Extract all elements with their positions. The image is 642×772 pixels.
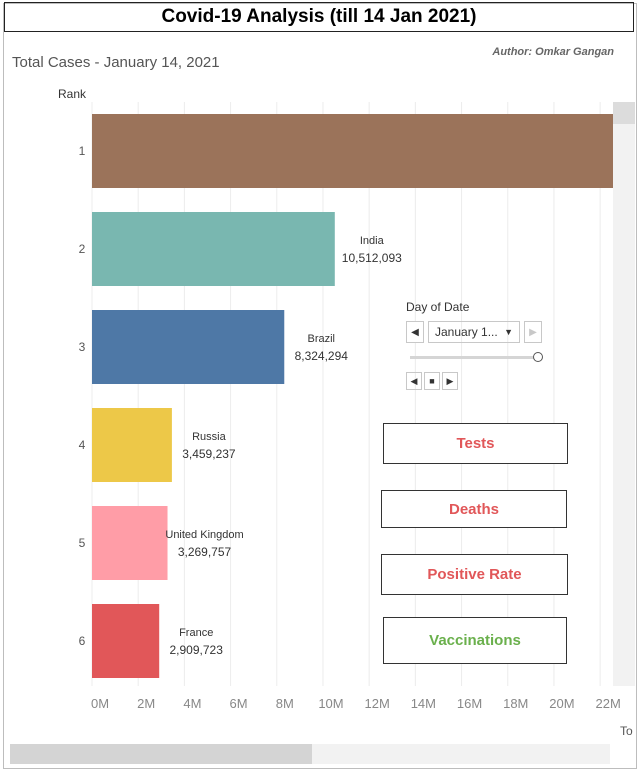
date-slider[interactable]	[406, 348, 556, 366]
horizontal-scrollbar-thumb[interactable]	[10, 744, 312, 764]
x-tick-label: 8M	[276, 696, 294, 711]
next-date-button[interactable]: ▶	[524, 321, 542, 343]
day-of-date-filter: Day of Date ◀ January 1... ▼ ▶ ◀ ■ ▶	[406, 300, 556, 390]
x-tick-label: 10M	[318, 696, 343, 711]
vertical-scrollbar[interactable]	[613, 102, 635, 686]
rank-tick-label: 6	[79, 634, 86, 648]
bar-country-label: India	[360, 235, 385, 247]
bar-country-label: United Kingdom	[165, 529, 243, 541]
x-tick-label: 2M	[137, 696, 155, 711]
bar	[92, 408, 172, 482]
bar-value-label: 3,269,757	[178, 545, 232, 559]
vertical-scrollbar-thumb[interactable]	[613, 102, 635, 124]
bar	[92, 212, 335, 286]
x-tick-label: 6M	[230, 696, 248, 711]
date-slider-fill	[410, 356, 538, 359]
rank-tick-label: 4	[79, 438, 86, 452]
x-tick-label: 14M	[411, 696, 436, 711]
deaths-button-label: Deaths	[448, 500, 500, 518]
rank-tick-label: 2	[79, 242, 86, 256]
x-tick-label: 12M	[365, 696, 390, 711]
vaccinations-button[interactable]: Vaccinations	[383, 617, 567, 664]
y-axis-title: Rank	[58, 87, 87, 101]
x-tick-label: 18M	[503, 696, 528, 711]
vaccinations-button-label: Vaccinations	[429, 632, 521, 649]
play-button[interactable]: ▶	[442, 372, 458, 390]
bar-value-label: 8,324,294	[295, 349, 349, 363]
x-tick-label: 20M	[549, 696, 574, 711]
x-tick-label: 22M	[595, 696, 620, 711]
step-back-button[interactable]: ◀	[406, 372, 422, 390]
chevron-left-icon: ◀	[411, 326, 419, 338]
chevron-down-icon: ▼	[504, 327, 513, 337]
stop-icon: ■	[429, 376, 435, 386]
rank-tick-label: 3	[79, 340, 86, 354]
bar-value-label: 3,459,237	[182, 447, 236, 461]
bar-country-label: Brazil	[308, 333, 336, 345]
deaths-button[interactable]: Deaths	[381, 490, 567, 528]
stop-button[interactable]: ■	[424, 372, 440, 390]
bar	[92, 604, 160, 678]
horizontal-scrollbar[interactable]	[10, 744, 610, 764]
bar-value-label: 10,512,093	[342, 251, 402, 265]
bar-country-label: France	[179, 627, 213, 639]
chevron-right-icon: ▶	[529, 326, 537, 338]
date-slider-handle[interactable]	[533, 352, 543, 362]
date-select[interactable]: January 1... ▼	[428, 321, 520, 343]
play-icon: ▶	[446, 375, 454, 386]
bar-country-label: Russia	[192, 431, 227, 443]
bar	[92, 506, 168, 580]
x-tick-label: 16M	[457, 696, 482, 711]
bar	[92, 310, 285, 384]
x-tick-label: 0M	[91, 696, 109, 711]
bar	[92, 114, 614, 188]
x-tick-label: 4M	[183, 696, 201, 711]
prev-date-button[interactable]: ◀	[406, 321, 424, 343]
playback-controls: ◀ ■ ▶	[406, 372, 556, 390]
bar-value-label: 2,909,723	[170, 643, 224, 657]
positive-rate-button-label: Positive Rate	[427, 566, 522, 583]
date-select-value: January 1...	[435, 325, 498, 339]
tests-button-label: Tests	[456, 435, 495, 452]
positive-rate-button[interactable]: Positive Rate	[381, 554, 568, 595]
rank-tick-label: 5	[79, 536, 86, 550]
tests-button[interactable]: Tests	[383, 423, 568, 464]
axis-cut-label: To	[620, 724, 633, 738]
rank-tick-label: 1	[79, 144, 86, 158]
step-back-icon: ◀	[410, 375, 418, 386]
day-of-date-label: Day of Date	[406, 300, 470, 314]
